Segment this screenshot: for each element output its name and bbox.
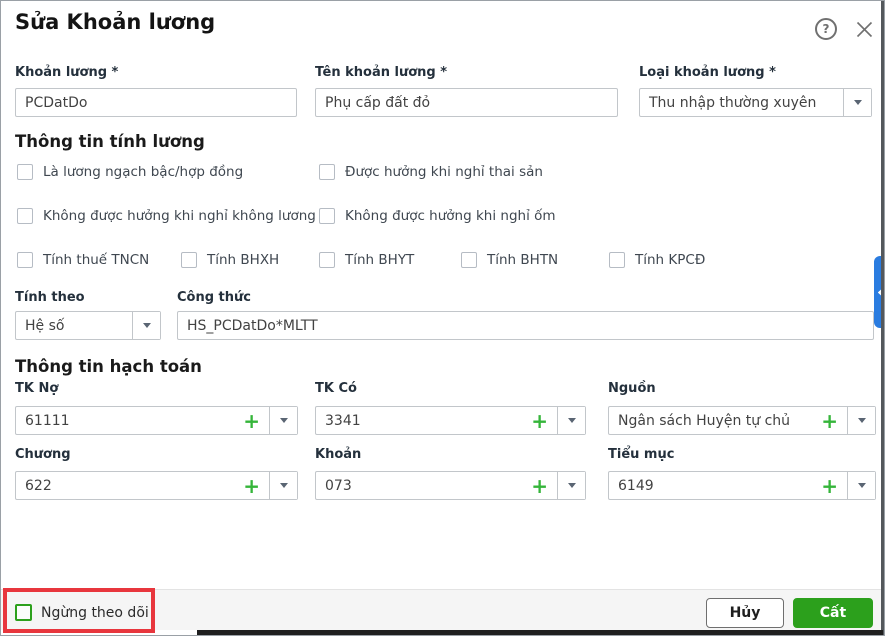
tk-co-field[interactable]: 3341 bbox=[315, 406, 586, 435]
dropdown-toggle[interactable] bbox=[132, 312, 160, 339]
checkbox-label: Không được hưởng khi nghỉ ốm bbox=[345, 208, 556, 224]
loai-khoan-luong-select[interactable]: Thu nhập thường xuyên bbox=[639, 88, 872, 117]
checkbox-box[interactable] bbox=[461, 252, 477, 268]
add-icon[interactable] bbox=[522, 407, 557, 434]
add-icon[interactable] bbox=[812, 472, 847, 499]
checkbox-label: Tính BHYT bbox=[345, 252, 415, 268]
checkbox-label: Tính BHXH bbox=[207, 252, 280, 268]
chuong-label: Chương bbox=[15, 447, 71, 462]
khoan-field[interactable]: 073 bbox=[315, 471, 586, 500]
chevron-down-icon bbox=[857, 418, 866, 423]
checkbox-label: Tính thuế TNCN bbox=[43, 252, 150, 268]
khoan-label: Khoản bbox=[315, 447, 362, 462]
right-window-edge bbox=[881, 1, 884, 635]
checkbox-box[interactable] bbox=[15, 604, 32, 621]
checkbox-box[interactable] bbox=[609, 252, 625, 268]
tinh-theo-label: Tính theo bbox=[15, 290, 85, 305]
bottom-window-edge bbox=[197, 630, 883, 635]
tk-co-label: TK Có bbox=[315, 381, 357, 396]
loai-khoan-luong-value[interactable]: Thu nhập thường xuyên bbox=[640, 89, 843, 116]
add-icon[interactable] bbox=[234, 407, 269, 434]
chuong-value[interactable]: 622 bbox=[16, 472, 234, 499]
nguon-label: Nguồn bbox=[608, 381, 656, 396]
help-icon[interactable]: ? bbox=[815, 18, 837, 40]
dropdown-toggle[interactable] bbox=[843, 89, 871, 116]
tinh-theo-value[interactable]: Hệ số bbox=[16, 312, 132, 339]
tk-no-label: TK Nợ bbox=[15, 381, 59, 396]
chevron-down-icon bbox=[279, 418, 288, 423]
salary-info-title: Thông tin tính lương bbox=[15, 132, 205, 151]
tk-no-field[interactable]: 61111 bbox=[15, 406, 298, 435]
checkbox-label: Tính BHTN bbox=[487, 252, 559, 268]
checkbox-tinh-bhtn[interactable]: Tính BHTN bbox=[461, 252, 558, 268]
tk-no-value[interactable]: 61111 bbox=[16, 407, 234, 434]
accounting-info-title: Thông tin hạch toán bbox=[15, 357, 202, 376]
checkbox-label: Không được hưởng khi nghỉ không lương bbox=[43, 208, 316, 224]
save-button[interactable]: Cất bbox=[793, 598, 873, 628]
tieu-muc-label: Tiểu mục bbox=[608, 447, 675, 462]
chevron-down-icon bbox=[857, 483, 866, 488]
dropdown-toggle[interactable] bbox=[269, 407, 297, 434]
chevron-down-icon bbox=[567, 418, 576, 423]
tinh-theo-select[interactable]: Hệ số bbox=[15, 311, 161, 340]
checkbox-box[interactable] bbox=[17, 164, 33, 180]
khoan-luong-label: Khoản lương * bbox=[15, 65, 119, 80]
dropdown-toggle[interactable] bbox=[269, 472, 297, 499]
checkbox-khong-huong-nghi-khong-luong[interactable]: Không được hưởng khi nghỉ không lương bbox=[17, 208, 316, 224]
chuong-field[interactable]: 622 bbox=[15, 471, 298, 500]
dropdown-toggle[interactable] bbox=[557, 407, 585, 434]
dialog-title: Sửa Khoản lương bbox=[15, 10, 216, 34]
checkbox-box[interactable] bbox=[319, 208, 335, 224]
checkbox-tinh-bhyt[interactable]: Tính BHYT bbox=[319, 252, 414, 268]
dropdown-toggle[interactable] bbox=[847, 472, 875, 499]
ten-khoan-luong-label: Tên khoản lương * bbox=[315, 65, 448, 80]
checkbox-box[interactable] bbox=[17, 208, 33, 224]
cong-thuc-label: Công thức bbox=[177, 290, 251, 305]
dropdown-toggle[interactable] bbox=[847, 407, 875, 434]
add-icon[interactable] bbox=[812, 407, 847, 434]
nguon-field[interactable]: Ngân sách Huyện tự chủ bbox=[608, 406, 876, 435]
khoan-luong-input[interactable] bbox=[15, 88, 297, 117]
chevron-down-icon bbox=[142, 323, 151, 328]
tk-co-value[interactable]: 3341 bbox=[316, 407, 522, 434]
add-icon[interactable] bbox=[522, 472, 557, 499]
edit-salary-dialog: Sửa Khoản lương ? Khoản lương * Tên khoả… bbox=[0, 0, 885, 636]
dropdown-toggle[interactable] bbox=[557, 472, 585, 499]
nguon-value[interactable]: Ngân sách Huyện tự chủ bbox=[609, 407, 812, 434]
close-icon[interactable] bbox=[853, 18, 875, 40]
help-question-mark: ? bbox=[822, 22, 830, 36]
checkbox-label: Là lương ngạch bậc/hợp đồng bbox=[43, 164, 244, 180]
checkbox-box[interactable] bbox=[181, 252, 197, 268]
checkbox-huong-nghi-thai-san[interactable]: Được hưởng khi nghỉ thai sản bbox=[319, 164, 543, 180]
checkbox-label: Được hưởng khi nghỉ thai sản bbox=[345, 164, 543, 180]
checkbox-box[interactable] bbox=[319, 252, 335, 268]
chevron-down-icon bbox=[567, 483, 576, 488]
chevron-down-icon bbox=[853, 100, 862, 105]
cancel-button[interactable]: Hủy bbox=[706, 598, 784, 628]
checkbox-box[interactable] bbox=[319, 164, 335, 180]
checkbox-box[interactable] bbox=[17, 252, 33, 268]
chevron-down-icon bbox=[279, 483, 288, 488]
checkbox-la-luong-ngach-bac[interactable]: Là lương ngạch bậc/hợp đồng bbox=[17, 164, 243, 180]
checkbox-khong-huong-nghi-om[interactable]: Không được hưởng khi nghỉ ốm bbox=[319, 208, 556, 224]
checkbox-tinh-kpcd[interactable]: Tính KPCĐ bbox=[609, 252, 705, 268]
tieu-muc-field[interactable]: 6149 bbox=[608, 471, 876, 500]
checkbox-ngung-theo-doi[interactable]: Ngừng theo dõi bbox=[15, 604, 149, 621]
tieu-muc-value[interactable]: 6149 bbox=[609, 472, 812, 499]
loai-khoan-luong-label: Loại khoản lương * bbox=[639, 65, 776, 80]
checkbox-label: Ngừng theo dõi bbox=[41, 604, 149, 621]
ten-khoan-luong-input[interactable] bbox=[315, 88, 618, 117]
checkbox-label: Tính KPCĐ bbox=[635, 252, 706, 268]
khoan-value[interactable]: 073 bbox=[316, 472, 522, 499]
checkbox-tinh-thue-tncn[interactable]: Tính thuế TNCN bbox=[17, 252, 149, 268]
cong-thuc-input[interactable] bbox=[177, 311, 874, 340]
checkbox-tinh-bhxh[interactable]: Tính BHXH bbox=[181, 252, 279, 268]
add-icon[interactable] bbox=[234, 472, 269, 499]
